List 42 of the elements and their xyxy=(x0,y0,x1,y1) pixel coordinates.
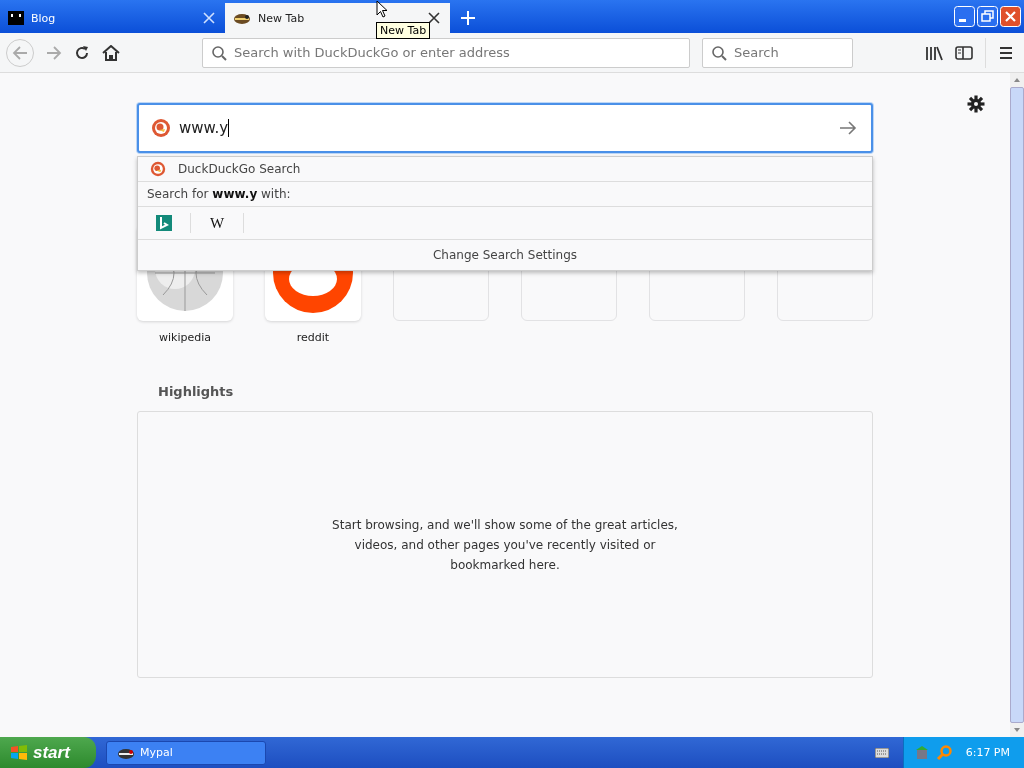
tab-title: New Tab xyxy=(258,11,306,25)
keyboard-icon[interactable] xyxy=(874,747,889,758)
menu-icon[interactable] xyxy=(998,44,1014,61)
search-field[interactable]: Search xyxy=(702,37,853,68)
windows-flag-icon xyxy=(10,743,28,762)
close-icon[interactable] xyxy=(428,12,440,24)
home-icon[interactable] xyxy=(102,44,120,61)
back-arrow-icon xyxy=(12,44,28,61)
tile-label: reddit xyxy=(296,331,330,344)
search-icon xyxy=(711,44,727,61)
suggestion-item[interactable]: DuckDuckGo Search xyxy=(138,157,872,182)
settings-link[interactable]: Change Search Settings xyxy=(138,240,872,270)
scroll-down-icon[interactable] xyxy=(1014,728,1020,732)
minimize-icon[interactable] xyxy=(954,6,975,27)
reload-icon[interactable] xyxy=(74,44,90,61)
sidebar-icon[interactable] xyxy=(955,44,973,61)
library-icon[interactable] xyxy=(925,44,943,61)
blog-favicon-icon xyxy=(8,11,24,25)
tab-title: Blog xyxy=(31,11,57,25)
clock: 6:17 PM xyxy=(965,746,1010,759)
search-icon xyxy=(211,44,227,61)
engine-button[interactable]: W xyxy=(191,213,244,233)
mouse-pointer-icon xyxy=(376,0,388,18)
tooltip: New Tab xyxy=(376,22,431,39)
duck-logo-icon xyxy=(151,118,171,138)
go-arrow-icon[interactable] xyxy=(839,120,857,136)
address-field[interactable]: Search with DuckDuckGo or enter address xyxy=(202,37,690,68)
empty-message: Start browsing, and we'll show some of the great articles, videos, and other pages you've recently visited or bookmarked here. xyxy=(331,516,679,574)
browser-tab[interactable]: Blog xyxy=(0,3,225,33)
section-heading: Highlights xyxy=(158,384,235,399)
start-button[interactable]: start xyxy=(0,737,96,768)
tile-label: wikipedia xyxy=(159,331,211,344)
duck-logo-icon xyxy=(150,161,166,177)
taskbar-button[interactable]: Mypal xyxy=(106,740,266,765)
search-input[interactable]: www.y xyxy=(137,103,873,153)
scroll-up-icon[interactable] xyxy=(1014,78,1020,82)
restore-icon[interactable] xyxy=(977,6,998,27)
bing-logo-icon xyxy=(156,215,172,231)
new-tab-plus-icon[interactable] xyxy=(460,10,476,26)
scrollbar[interactable] xyxy=(1010,73,1024,737)
search-for-label: Search for www.y with: xyxy=(138,182,872,207)
settings-icon[interactable] xyxy=(967,95,985,113)
